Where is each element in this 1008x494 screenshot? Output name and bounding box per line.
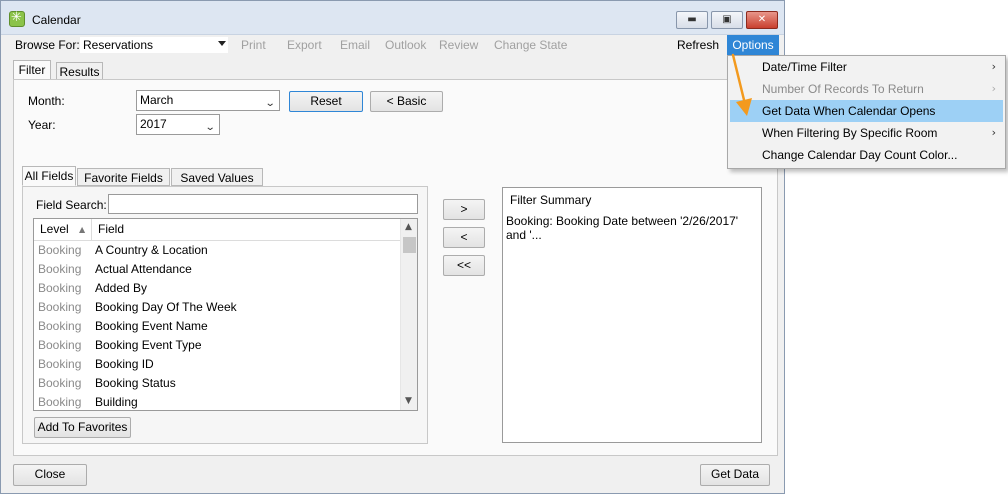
- row-field: Booking Day Of The Week: [95, 300, 237, 314]
- submenu-arrow-icon: ›: [991, 60, 996, 73]
- add-field-button[interactable]: >: [443, 199, 485, 220]
- month-value: March: [140, 93, 174, 107]
- filter-summary-box: Filter Summary Booking: Booking Date bet…: [502, 187, 762, 443]
- get-data-button[interactable]: Get Data: [700, 464, 770, 486]
- row-level: Booking: [38, 262, 82, 276]
- year-label: Year:: [28, 118, 56, 132]
- maximize-button[interactable]: ▣: [711, 11, 743, 29]
- calendar-window: Calendar ▬ ▣ ✕ Browse For: Reservations …: [0, 0, 785, 494]
- browse-for-value: Reservations: [83, 38, 154, 52]
- menu-item-label: Date/Time Filter: [762, 60, 847, 74]
- reset-button[interactable]: Reset: [289, 91, 363, 112]
- menu-refresh[interactable]: Refresh: [677, 38, 719, 52]
- tab-favorite-fields[interactable]: Favorite Fields (0): [77, 168, 170, 203]
- menu-item-label: When Filtering By Specific Room: [762, 126, 938, 140]
- row-field: Building: [95, 395, 138, 409]
- row-field: Booking ID: [95, 357, 154, 371]
- table-row[interactable]: Booking Booking Event Name: [34, 317, 400, 336]
- table-row[interactable]: Booking Booking ID: [34, 355, 400, 374]
- title-bar: Calendar ▬ ▣ ✕: [1, 1, 784, 35]
- row-level: Booking: [38, 395, 82, 409]
- submenu-arrow-icon: ›: [991, 126, 996, 139]
- menu-change-state[interactable]: Change State: [494, 38, 567, 52]
- vertical-scrollbar[interactable]: ▲ ▼: [400, 219, 417, 410]
- window-title: Calendar: [32, 13, 81, 27]
- browse-for-dropdown[interactable]: Reservations: [79, 36, 229, 54]
- chevron-down-icon: ⌄: [204, 122, 216, 133]
- menu-item-date-time-filter[interactable]: Date/Time Filter ›: [730, 56, 1003, 78]
- menu-item-label: Change Calendar Day Count Color...: [762, 148, 958, 162]
- app-icon: [9, 10, 25, 27]
- basic-button[interactable]: < Basic: [370, 91, 443, 112]
- scroll-down-icon[interactable]: ▼: [405, 396, 412, 406]
- row-field: Actual Attendance: [95, 262, 192, 276]
- menu-outlook[interactable]: Outlook: [385, 38, 426, 52]
- menu-bar: Browse For: Reservations Print Export Em…: [10, 35, 779, 55]
- month-label: Month:: [28, 94, 65, 108]
- options-menu: Date/Time Filter › Number Of Records To …: [727, 55, 1006, 169]
- menu-item-number-of-records[interactable]: Number Of Records To Return ›: [730, 78, 1003, 100]
- row-field: Added By: [95, 281, 148, 295]
- row-field: Booking Event Name: [95, 319, 208, 333]
- close-button[interactable]: Close: [13, 464, 87, 486]
- tab-filter[interactable]: Filter: [13, 60, 51, 80]
- row-field: A Country & Location: [95, 243, 208, 257]
- table-row[interactable]: Booking Booking Day Of The Week: [34, 298, 400, 317]
- scroll-up-icon[interactable]: ▲: [405, 222, 412, 232]
- row-level: Booking: [38, 357, 82, 371]
- table-row[interactable]: Booking Booking Event Type: [34, 336, 400, 355]
- close-window-button[interactable]: ✕: [746, 11, 778, 29]
- row-field: Booking Status: [95, 376, 176, 390]
- menu-email[interactable]: Email: [340, 38, 370, 52]
- year-value: 2017: [140, 117, 167, 131]
- menu-item-change-day-count-color[interactable]: Change Calendar Day Count Color...: [730, 144, 1003, 166]
- filter-summary-line[interactable]: Booking: Booking Date between '2/26/2017…: [506, 214, 761, 242]
- row-level: Booking: [38, 319, 82, 333]
- row-level: Booking: [38, 281, 82, 295]
- filter-summary-title: Filter Summary: [510, 193, 592, 207]
- table-row[interactable]: Booking Building: [34, 393, 400, 410]
- scrollbar-thumb[interactable]: [403, 237, 416, 253]
- tab-results[interactable]: Results: [56, 62, 103, 80]
- table-row[interactable]: Booking Actual Attendance: [34, 260, 400, 279]
- row-level: Booking: [38, 300, 82, 314]
- menu-item-label: Number Of Records To Return: [762, 82, 924, 96]
- row-level: Booking: [38, 338, 82, 352]
- menu-item-when-filtering-by-room[interactable]: When Filtering By Specific Room ›: [730, 122, 1003, 144]
- chevron-down-icon: ⌄: [264, 98, 276, 109]
- submenu-arrow-icon: ›: [991, 82, 996, 95]
- menu-item-get-data-when-calendar-opens[interactable]: Get Data When Calendar Opens: [730, 100, 1003, 122]
- minimize-button[interactable]: ▬: [676, 11, 708, 29]
- column-level-label: Level: [40, 222, 69, 236]
- dropdown-arrow-icon: [218, 41, 226, 46]
- column-header-field[interactable]: Field: [92, 219, 400, 241]
- remove-all-fields-button[interactable]: <<: [443, 255, 485, 276]
- tab-saved-values[interactable]: Saved Values (1): [171, 168, 263, 203]
- field-search-input[interactable]: [108, 194, 418, 214]
- menu-print[interactable]: Print: [241, 38, 266, 52]
- column-field-label: Field: [98, 222, 125, 236]
- month-dropdown[interactable]: March ⌄: [136, 90, 280, 111]
- menu-review[interactable]: Review: [439, 38, 478, 52]
- row-level: Booking: [38, 243, 82, 257]
- menu-item-label: Get Data When Calendar Opens: [762, 104, 936, 118]
- browse-for-label: Browse For:: [15, 38, 80, 52]
- column-header-level[interactable]: Level ▲: [34, 219, 92, 241]
- add-to-favorites-button[interactable]: Add To Favorites: [34, 417, 131, 438]
- row-field: Booking Event Type: [95, 338, 202, 352]
- sort-ascending-icon: ▲: [79, 225, 86, 234]
- menu-export[interactable]: Export: [287, 38, 322, 52]
- table-row[interactable]: Booking A Country & Location: [34, 241, 400, 260]
- field-search-label: Field Search:: [36, 198, 107, 212]
- table-row[interactable]: Booking Booking Status: [34, 374, 400, 393]
- row-level: Booking: [38, 376, 82, 390]
- field-list[interactable]: Level ▲ Field Booking A Country & Locatio…: [33, 218, 418, 411]
- tab-all-fields[interactable]: All Fields: [22, 166, 76, 186]
- year-dropdown[interactable]: 2017 ⌄: [136, 114, 220, 135]
- table-row[interactable]: Booking Added By: [34, 279, 400, 298]
- remove-field-button[interactable]: <: [443, 227, 485, 248]
- annotation-arrow-icon: [731, 53, 752, 116]
